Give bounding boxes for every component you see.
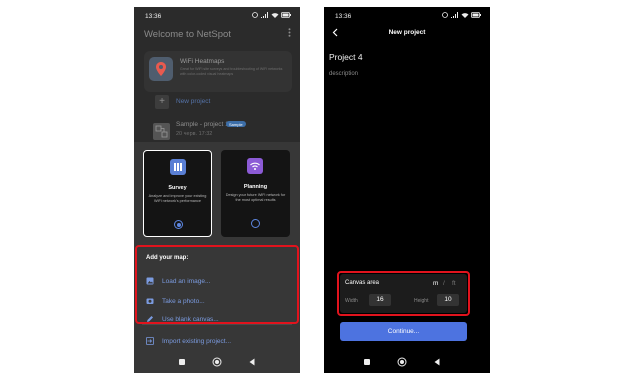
- planning-description: Design your future WiFi network for the …: [225, 193, 286, 202]
- signal-icon: [451, 12, 458, 18]
- screen-title: New project: [388, 29, 426, 36]
- status-bar: 13:36: [134, 7, 300, 25]
- survey-description: Analyze and improve your existing WiFi n…: [148, 194, 207, 203]
- description-field[interactable]: description: [329, 71, 358, 77]
- wifi-heatmaps-promo[interactable]: WiFi Heatmaps Great for WiFi site survey…: [144, 51, 292, 92]
- heatmap-app-icon: [149, 57, 173, 81]
- planning-title: Planning: [243, 184, 268, 190]
- alarm-icon: [252, 12, 258, 18]
- home-icon[interactable]: [397, 357, 407, 367]
- new-project-screen: 13:36 New project Project 4 description …: [324, 7, 490, 373]
- highlight-canvas-area: [337, 271, 470, 316]
- signal-icon: [261, 12, 268, 18]
- status-bar: 13:36: [324, 7, 490, 25]
- wifi-status-icon: [461, 13, 469, 18]
- import-icon: [146, 337, 154, 345]
- status-icons: [441, 12, 481, 18]
- alarm-icon: [442, 12, 448, 18]
- project-name-field[interactable]: Project 4: [329, 52, 363, 62]
- status-time: 13:36: [335, 13, 352, 20]
- sample-project-name[interactable]: Sample - project 1: [176, 121, 229, 128]
- radio-selected-dot: [176, 222, 181, 227]
- planning-wifi-icon: [247, 158, 263, 174]
- wifi-status-icon: [271, 13, 279, 18]
- battery-icon: [281, 12, 291, 18]
- sample-project-date: 20 черв. 17:32: [176, 131, 213, 137]
- status-icons: [251, 12, 291, 18]
- recents-icon[interactable]: [177, 357, 187, 367]
- app-title: Welcome to NetSpot: [144, 29, 231, 40]
- back-nav-icon[interactable]: [432, 357, 442, 367]
- sample-thumbnail: [153, 123, 170, 140]
- home-icon[interactable]: [212, 357, 222, 367]
- promo-title: WiFi Heatmaps: [180, 58, 225, 65]
- sheet-divider: [142, 324, 292, 325]
- back-nav-icon[interactable]: [247, 357, 257, 367]
- status-time: 13:36: [145, 13, 162, 20]
- new-project-link[interactable]: New project: [176, 98, 210, 105]
- promo-description: Great for WiFi site surveys and troubles…: [180, 67, 283, 76]
- import-project-label: Import existing project...: [162, 337, 231, 345]
- plus-icon[interactable]: +: [155, 95, 169, 109]
- nav-bar: [134, 351, 300, 373]
- planning-card[interactable]: Planning Design your future WiFi network…: [221, 150, 290, 237]
- highlight-add-map: [135, 245, 299, 324]
- survey-title: Survey: [168, 185, 187, 191]
- nav-bar: [324, 351, 490, 373]
- more-vert-icon[interactable]: [288, 28, 291, 37]
- survey-radio[interactable]: [174, 220, 183, 229]
- survey-icon: [170, 159, 186, 175]
- survey-card[interactable]: Survey Analyze and improve your existing…: [143, 150, 212, 237]
- import-project-option[interactable]: Import existing project...: [146, 336, 231, 346]
- recents-icon[interactable]: [362, 357, 372, 367]
- sample-badge: Sample: [226, 121, 246, 127]
- planning-radio[interactable]: [251, 219, 260, 228]
- continue-button[interactable]: Continue...: [340, 322, 467, 341]
- battery-icon: [471, 12, 481, 18]
